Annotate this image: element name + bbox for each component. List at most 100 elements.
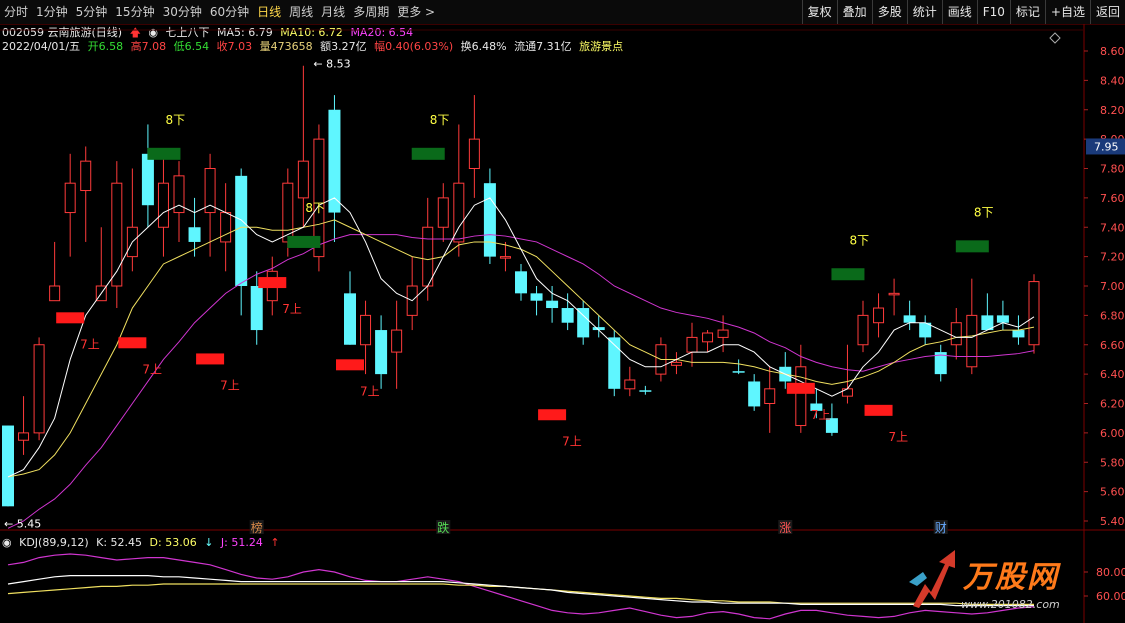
- candle-body[interactable]: [873, 307, 885, 324]
- candle-body[interactable]: [686, 336, 698, 353]
- y-tick-label: 7.40: [1100, 221, 1125, 234]
- signal-up-bar: [538, 409, 567, 421]
- candle-body[interactable]: [966, 314, 978, 368]
- y-tick-label: 8.20: [1100, 104, 1125, 117]
- candle-body[interactable]: [795, 366, 807, 427]
- candle-body[interactable]: [702, 332, 714, 343]
- period-tab-7[interactable]: 周线: [285, 0, 317, 24]
- toolbar-button-4[interactable]: 画线: [941, 0, 977, 24]
- signal-up-bar: [56, 312, 85, 324]
- y-tick-label: 7.20: [1100, 251, 1125, 264]
- candle-body[interactable]: [670, 361, 682, 366]
- period-tab-2[interactable]: 5分钟: [72, 0, 112, 24]
- period-tab-5[interactable]: 60分钟: [206, 0, 253, 24]
- candle-body[interactable]: [1028, 281, 1040, 346]
- candle-body[interactable]: [483, 183, 496, 257]
- toolbar-button-6[interactable]: 标记: [1009, 0, 1045, 24]
- candle-body[interactable]: [764, 388, 776, 404]
- y-tick-label: 5.80: [1100, 456, 1125, 469]
- kdj-settings-icon[interactable]: ◉: [2, 536, 12, 549]
- candle-body[interactable]: [204, 168, 216, 214]
- candle-body[interactable]: [328, 109, 341, 213]
- toolbar-button-1[interactable]: 叠加: [836, 0, 872, 24]
- current-price-label: 7.95: [1094, 140, 1119, 153]
- candle-body[interactable]: [515, 271, 527, 294]
- candle-body[interactable]: [499, 256, 511, 259]
- candle-body[interactable]: [18, 432, 30, 441]
- candle-body[interactable]: [422, 226, 434, 287]
- candle-body[interactable]: [577, 308, 590, 338]
- candle-body[interactable]: [391, 329, 403, 353]
- kdj-j: J: 51.24: [220, 536, 263, 549]
- candle-body[interactable]: [235, 175, 248, 286]
- toolbar-button-2[interactable]: 多股: [871, 0, 907, 24]
- event-label[interactable]: 财: [935, 521, 947, 535]
- ma10-line: [7, 219, 1035, 478]
- candle-body[interactable]: [639, 390, 652, 392]
- candle-body[interactable]: [1012, 330, 1025, 338]
- y-tick-label: 7.00: [1100, 280, 1125, 293]
- period-tab-8[interactable]: 月线: [317, 0, 349, 24]
- y-tick-label: 6.00: [1100, 427, 1125, 440]
- toolbar-button-5[interactable]: F10: [976, 0, 1010, 24]
- candle-body[interactable]: [546, 300, 559, 309]
- toolbar-button-8[interactable]: 返回: [1089, 0, 1125, 24]
- candle-body[interactable]: [903, 315, 916, 323]
- candle-body[interactable]: [188, 227, 201, 242]
- kdj-k: K: 52.45: [96, 536, 143, 549]
- logo-url: www.201082.com: [961, 598, 1060, 611]
- toolbar-button-0[interactable]: 复权: [801, 0, 837, 24]
- candle-body[interactable]: [468, 138, 480, 169]
- candle-body[interactable]: [250, 286, 263, 331]
- candle-body[interactable]: [437, 197, 449, 228]
- candle-body[interactable]: [141, 153, 154, 206]
- period-tab-4[interactable]: 30分钟: [159, 0, 206, 24]
- candle-body[interactable]: [344, 293, 356, 345]
- candle-body[interactable]: [624, 379, 636, 390]
- signal-down-bar: [287, 235, 321, 248]
- toolbar-button-7[interactable]: +自选: [1044, 0, 1090, 24]
- candlestick-chart[interactable]: 8.608.408.208.007.807.607.407.207.006.80…: [0, 24, 1125, 623]
- signal-up-label: 7上: [282, 302, 302, 316]
- logo-arrow-icon: [909, 550, 955, 608]
- candle-body[interactable]: [2, 425, 14, 507]
- event-label[interactable]: 榜: [251, 520, 263, 535]
- candle-body[interactable]: [375, 330, 388, 375]
- diamond-icon[interactable]: [1049, 32, 1061, 44]
- period-tab-6[interactable]: 日线: [253, 0, 285, 24]
- signal-up-label: 7上: [811, 408, 831, 422]
- candle-body[interactable]: [220, 212, 232, 243]
- candle-body[interactable]: [996, 315, 1009, 323]
- min-price-label: ← 5.45: [4, 518, 41, 531]
- period-tab-1[interactable]: 1分钟: [32, 0, 72, 24]
- candle-body[interactable]: [64, 182, 76, 214]
- period-tab-10[interactable]: 更多 >: [393, 0, 439, 24]
- toolbar-button-3[interactable]: 统计: [906, 0, 942, 24]
- period-tab-3[interactable]: 15分钟: [111, 0, 158, 24]
- candle-body[interactable]: [732, 371, 745, 373]
- event-label[interactable]: 涨: [779, 520, 791, 535]
- candle-body[interactable]: [857, 314, 869, 346]
- kdj-title[interactable]: KDJ(89,9,12): [19, 536, 89, 549]
- period-tab-9[interactable]: 多周期: [349, 0, 393, 24]
- candle-body[interactable]: [157, 182, 169, 228]
- candle-body[interactable]: [297, 160, 309, 199]
- candle-body[interactable]: [888, 292, 900, 296]
- event-label[interactable]: 跌: [437, 520, 449, 535]
- candle-body[interactable]: [360, 314, 372, 346]
- y-tick-label: 5.60: [1100, 486, 1125, 499]
- candle-body[interactable]: [950, 322, 962, 346]
- candle-body[interactable]: [80, 160, 92, 192]
- top-toolbar: 分时 1分钟 5分钟 15分钟 30分钟 60分钟 日线 周线 月线 多周期 更多 > 复权 叠加 多股…: [0, 0, 1125, 25]
- candle-body[interactable]: [561, 308, 574, 323]
- candle-body[interactable]: [33, 344, 45, 434]
- period-tab-0[interactable]: 分时: [0, 0, 32, 24]
- signal-up-bar: [196, 353, 225, 365]
- candle-body[interactable]: [49, 285, 61, 302]
- candle-body[interactable]: [530, 293, 543, 301]
- candle-body[interactable]: [748, 381, 761, 407]
- signal-down-bar: [955, 240, 989, 253]
- signal-down-bar: [147, 147, 181, 160]
- candle-body[interactable]: [717, 329, 729, 338]
- signal-down-label: 8下: [305, 201, 325, 215]
